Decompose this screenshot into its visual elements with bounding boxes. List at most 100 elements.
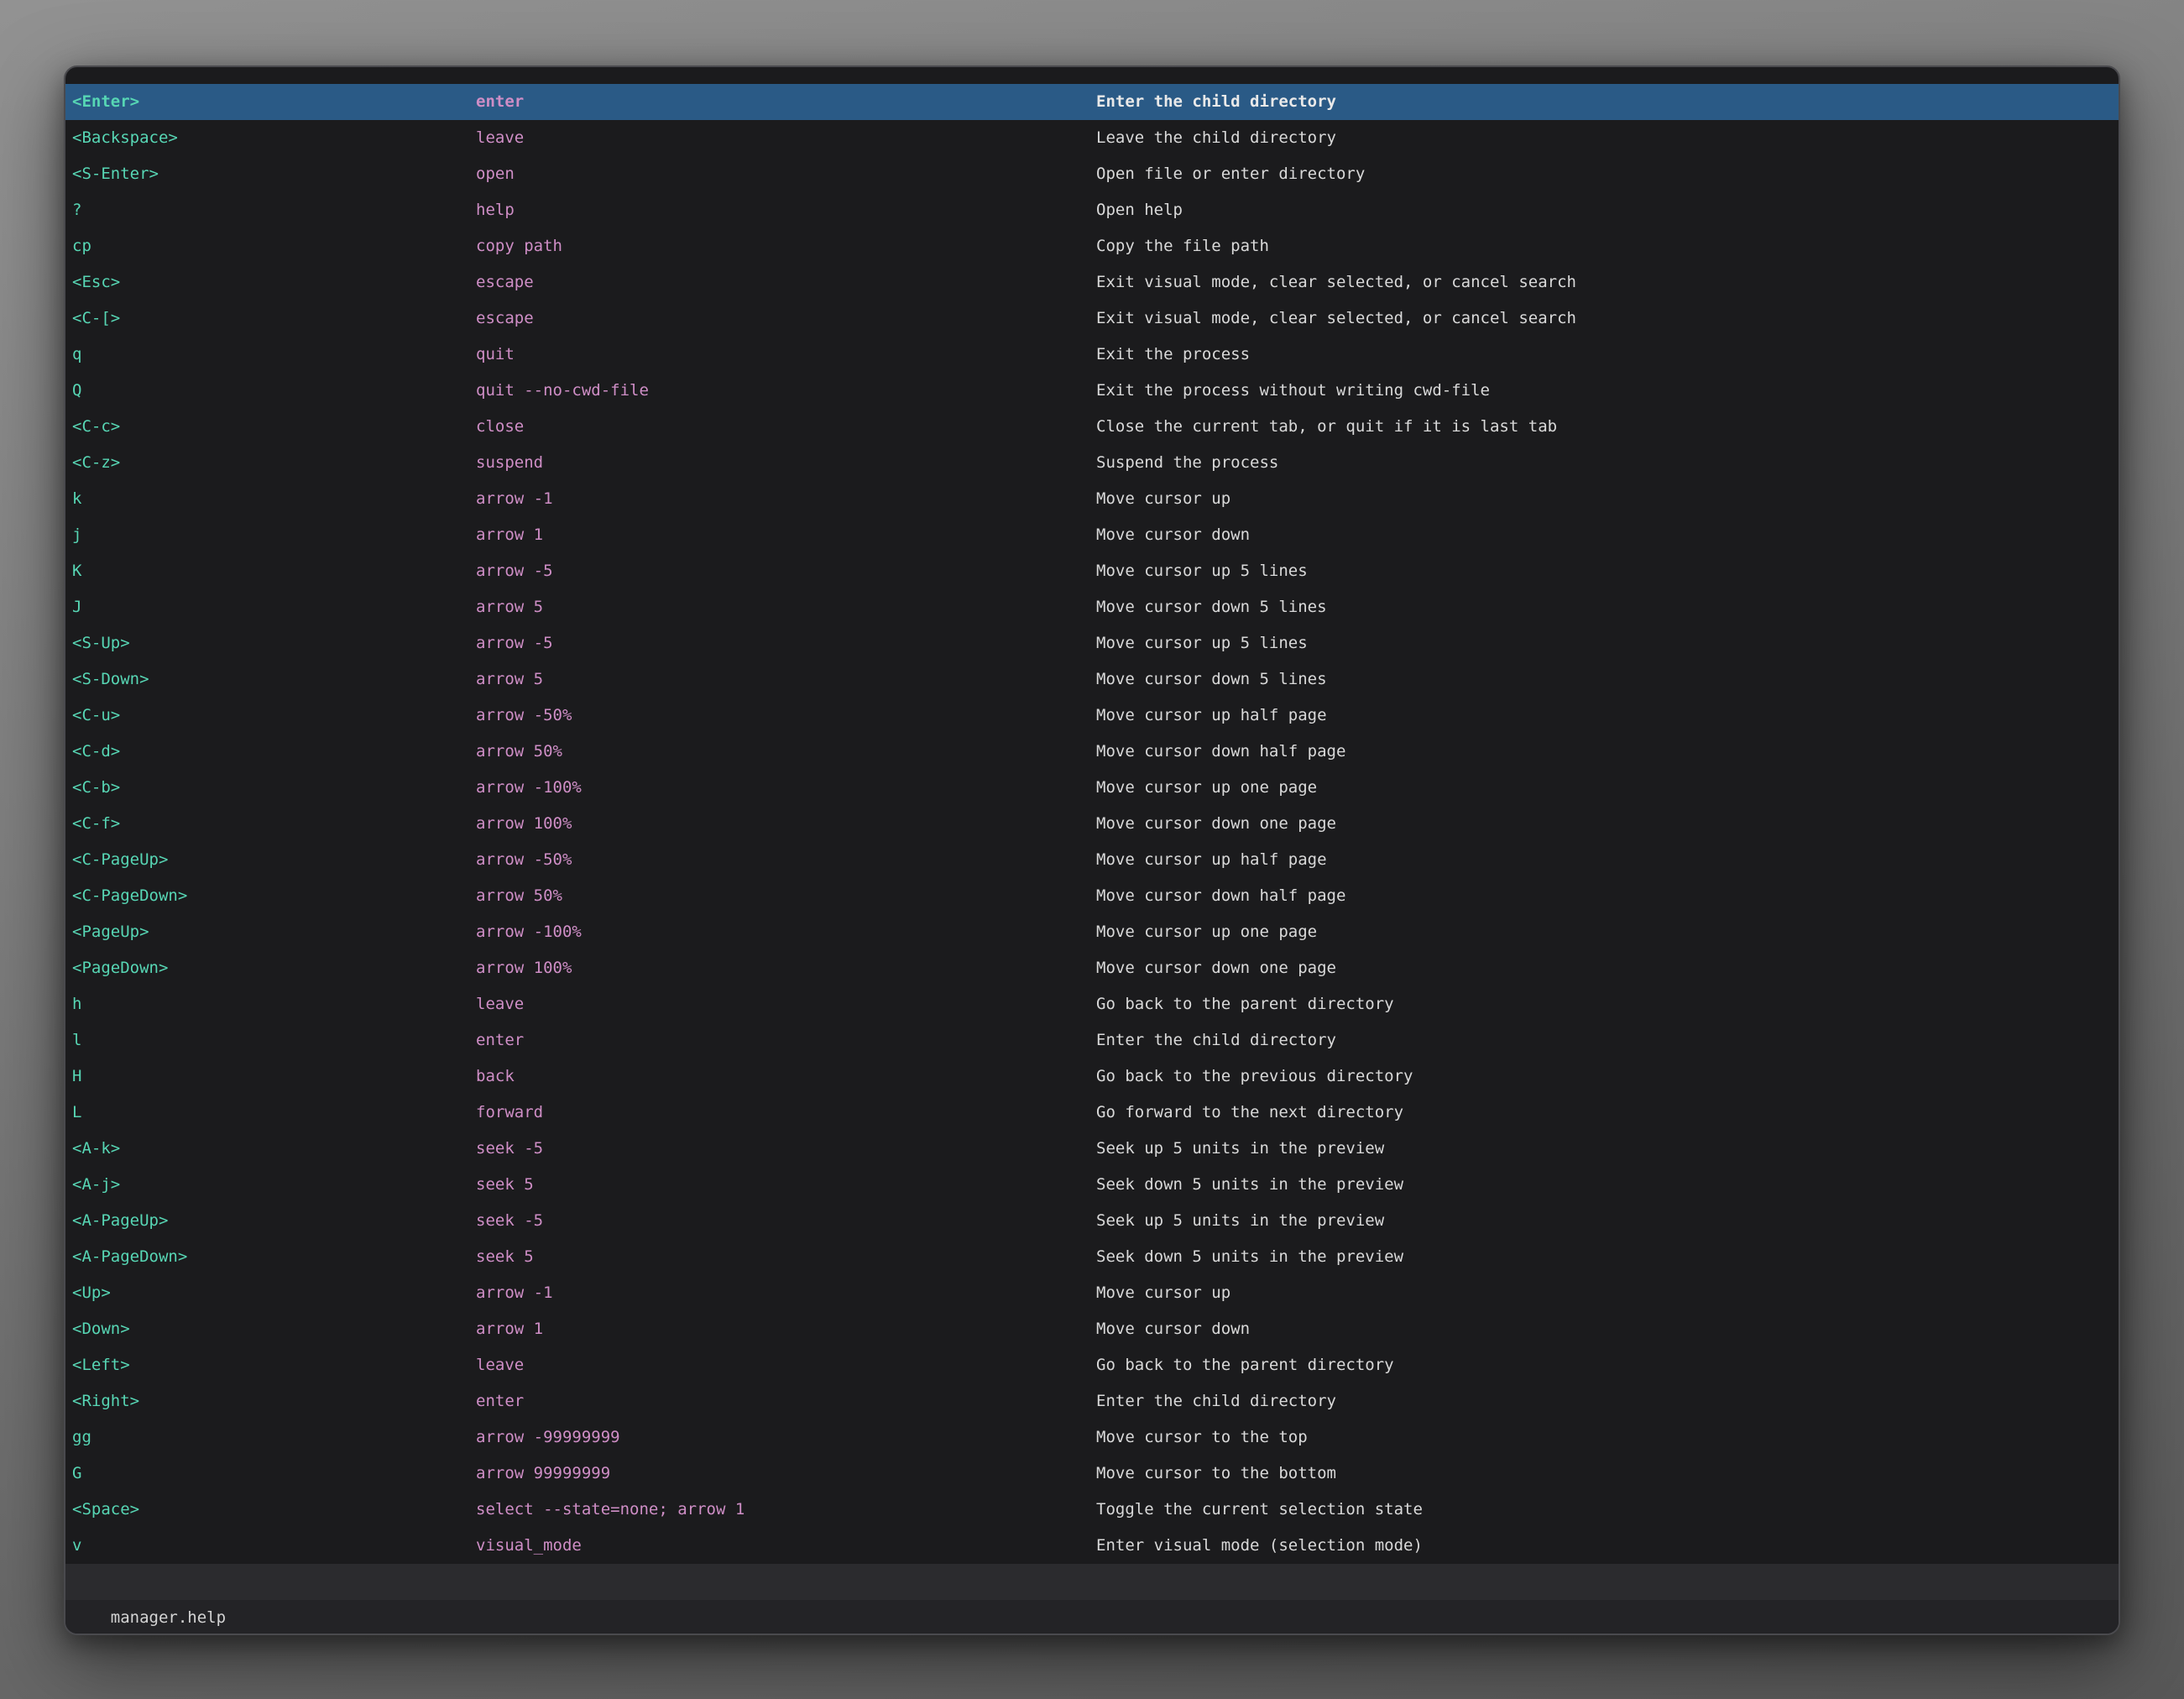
keybinding-cell: <C-c>: [72, 409, 120, 445]
description-cell: Move cursor up one page: [1096, 770, 1317, 806]
help-row[interactable]: <C-c> close Close the current tab, or qu…: [65, 409, 2119, 445]
help-row[interactable]: K arrow -5 Move cursor up 5 lines: [65, 553, 2119, 589]
description-cell: Move cursor down 5 lines: [1096, 661, 1327, 698]
help-row[interactable]: <A-j> seek 5 Seek down 5 units in the pr…: [65, 1167, 2119, 1203]
description-cell: Move cursor down 5 lines: [1096, 589, 1327, 625]
help-row[interactable]: L forward Go forward to the next directo…: [65, 1095, 2119, 1131]
help-row[interactable]: <A-PageDown> seek 5 Seek down 5 units in…: [65, 1239, 2119, 1275]
keybinding-cell: q: [72, 337, 81, 373]
description-cell: Enter the child directory: [1096, 84, 1336, 120]
description-cell: Toggle the current selection state: [1096, 1492, 1423, 1528]
command-cell: leave: [476, 120, 524, 156]
keybinding-cell: <PageDown>: [72, 950, 168, 986]
help-row[interactable]: <S-Up> arrow -5 Move cursor up 5 lines: [65, 625, 2119, 661]
help-row[interactable]: <C-f> arrow 100% Move cursor down one pa…: [65, 806, 2119, 842]
description-cell: Move cursor down: [1096, 517, 1250, 553]
help-row[interactable]: ? help Open help: [65, 192, 2119, 228]
command-cell: leave: [476, 986, 524, 1022]
command-cell: select --state=none; arrow 1: [476, 1492, 745, 1528]
keybinding-cell: v: [72, 1528, 81, 1564]
command-cell: enter: [476, 1383, 524, 1419]
command-cell: leave: [476, 1347, 524, 1383]
keybinding-cell: ?: [72, 192, 81, 228]
description-cell: Enter visual mode (selection mode): [1096, 1528, 1423, 1564]
help-row[interactable]: H back Go back to the previous directory: [65, 1059, 2119, 1095]
description-cell: Seek up 5 units in the preview: [1096, 1131, 1384, 1167]
status-bar-label: manager.help: [111, 1608, 226, 1627]
command-cell: arrow 1: [476, 517, 543, 553]
command-cell: suspend: [476, 445, 543, 481]
help-row[interactable]: <C-PageUp> arrow -50% Move cursor up hal…: [65, 842, 2119, 878]
help-row[interactable]: <Down> arrow 1 Move cursor down: [65, 1311, 2119, 1347]
help-row[interactable]: gg arrow -99999999 Move cursor to the to…: [65, 1419, 2119, 1456]
help-row[interactable]: k arrow -1 Move cursor up: [65, 481, 2119, 517]
help-row[interactable]: J arrow 5 Move cursor down 5 lines: [65, 589, 2119, 625]
help-row[interactable]: <A-PageUp> seek -5 Seek up 5 units in th…: [65, 1203, 2119, 1239]
help-table: <Enter> enter Enter the child directory …: [65, 84, 2119, 1564]
help-row[interactable]: <S-Down> arrow 5 Move cursor down 5 line…: [65, 661, 2119, 698]
description-cell: Suspend the process: [1096, 445, 1278, 481]
help-row[interactable]: <C-u> arrow -50% Move cursor up half pag…: [65, 698, 2119, 734]
keybinding-cell: <Enter>: [72, 84, 139, 120]
description-cell: Move cursor up: [1096, 481, 1230, 517]
command-cell: enter: [476, 84, 524, 120]
help-row[interactable]: <C-PageDown> arrow 50% Move cursor down …: [65, 878, 2119, 914]
status-bar: manager.help: [65, 1564, 2119, 1600]
command-cell: arrow 50%: [476, 734, 562, 770]
command-cell: back: [476, 1059, 515, 1095]
command-cell: forward: [476, 1095, 543, 1131]
description-cell: Open file or enter directory: [1096, 156, 1365, 192]
keybinding-cell: cp: [72, 228, 91, 264]
window-top-spacer: [65, 67, 2119, 84]
keybinding-cell: <C-d>: [72, 734, 120, 770]
description-cell: Move cursor to the top: [1096, 1419, 1308, 1456]
help-row[interactable]: Q quit --no-cwd-file Exit the process wi…: [65, 373, 2119, 409]
description-cell: Enter the child directory: [1096, 1383, 1336, 1419]
command-cell: arrow 1: [476, 1311, 543, 1347]
help-row[interactable]: <Left> leave Go back to the parent direc…: [65, 1347, 2119, 1383]
help-row[interactable]: <A-k> seek -5 Seek up 5 units in the pre…: [65, 1131, 2119, 1167]
command-cell: arrow 100%: [476, 806, 572, 842]
command-cell: arrow -100%: [476, 914, 582, 950]
help-row[interactable]: h leave Go back to the parent directory: [65, 986, 2119, 1022]
command-cell: enter: [476, 1022, 524, 1059]
help-row[interactable]: l enter Enter the child directory: [65, 1022, 2119, 1059]
keybinding-cell: <Esc>: [72, 264, 120, 301]
command-cell: seek -5: [476, 1203, 543, 1239]
help-row[interactable]: cp copy path Copy the file path: [65, 228, 2119, 264]
help-row[interactable]: <Up> arrow -1 Move cursor up: [65, 1275, 2119, 1311]
help-row[interactable]: q quit Exit the process: [65, 337, 2119, 373]
help-row[interactable]: v visual_mode Enter visual mode (selecti…: [65, 1528, 2119, 1564]
keybinding-cell: h: [72, 986, 81, 1022]
keybinding-cell: k: [72, 481, 81, 517]
description-cell: Exit visual mode, clear selected, or can…: [1096, 301, 1576, 337]
description-cell: Leave the child directory: [1096, 120, 1336, 156]
help-row[interactable]: <PageUp> arrow -100% Move cursor up one …: [65, 914, 2119, 950]
keybinding-cell: <C-PageUp>: [72, 842, 168, 878]
keybinding-cell: <Down>: [72, 1311, 130, 1347]
command-cell: escape: [476, 301, 534, 337]
description-cell: Copy the file path: [1096, 228, 1269, 264]
help-row[interactable]: <Right> enter Enter the child directory: [65, 1383, 2119, 1419]
description-cell: Move cursor up half page: [1096, 698, 1327, 734]
help-row[interactable]: <C-b> arrow -100% Move cursor up one pag…: [65, 770, 2119, 806]
description-cell: Seek down 5 units in the preview: [1096, 1167, 1403, 1203]
help-row[interactable]: <C-z> suspend Suspend the process: [65, 445, 2119, 481]
command-cell: open: [476, 156, 515, 192]
help-row[interactable]: G arrow 99999999 Move cursor to the bott…: [65, 1456, 2119, 1492]
keybinding-cell: <A-k>: [72, 1131, 120, 1167]
help-row[interactable]: <Enter> enter Enter the child directory: [65, 84, 2119, 120]
command-cell: arrow -50%: [476, 842, 572, 878]
help-row[interactable]: <S-Enter> open Open file or enter direct…: [65, 156, 2119, 192]
help-row[interactable]: <Esc> escape Exit visual mode, clear sel…: [65, 264, 2119, 301]
help-row[interactable]: <C-[> escape Exit visual mode, clear sel…: [65, 301, 2119, 337]
keybinding-cell: K: [72, 553, 81, 589]
help-row[interactable]: <Backspace> leave Leave the child direct…: [65, 120, 2119, 156]
help-row[interactable]: <C-d> arrow 50% Move cursor down half pa…: [65, 734, 2119, 770]
help-row[interactable]: j arrow 1 Move cursor down: [65, 517, 2119, 553]
terminal-window: <Enter> enter Enter the child directory …: [64, 65, 2120, 1635]
description-cell: Go back to the parent directory: [1096, 1347, 1394, 1383]
help-row[interactable]: <Space> select --state=none; arrow 1 Tog…: [65, 1492, 2119, 1528]
keybinding-cell: <C-z>: [72, 445, 120, 481]
help-row[interactable]: <PageDown> arrow 100% Move cursor down o…: [65, 950, 2119, 986]
